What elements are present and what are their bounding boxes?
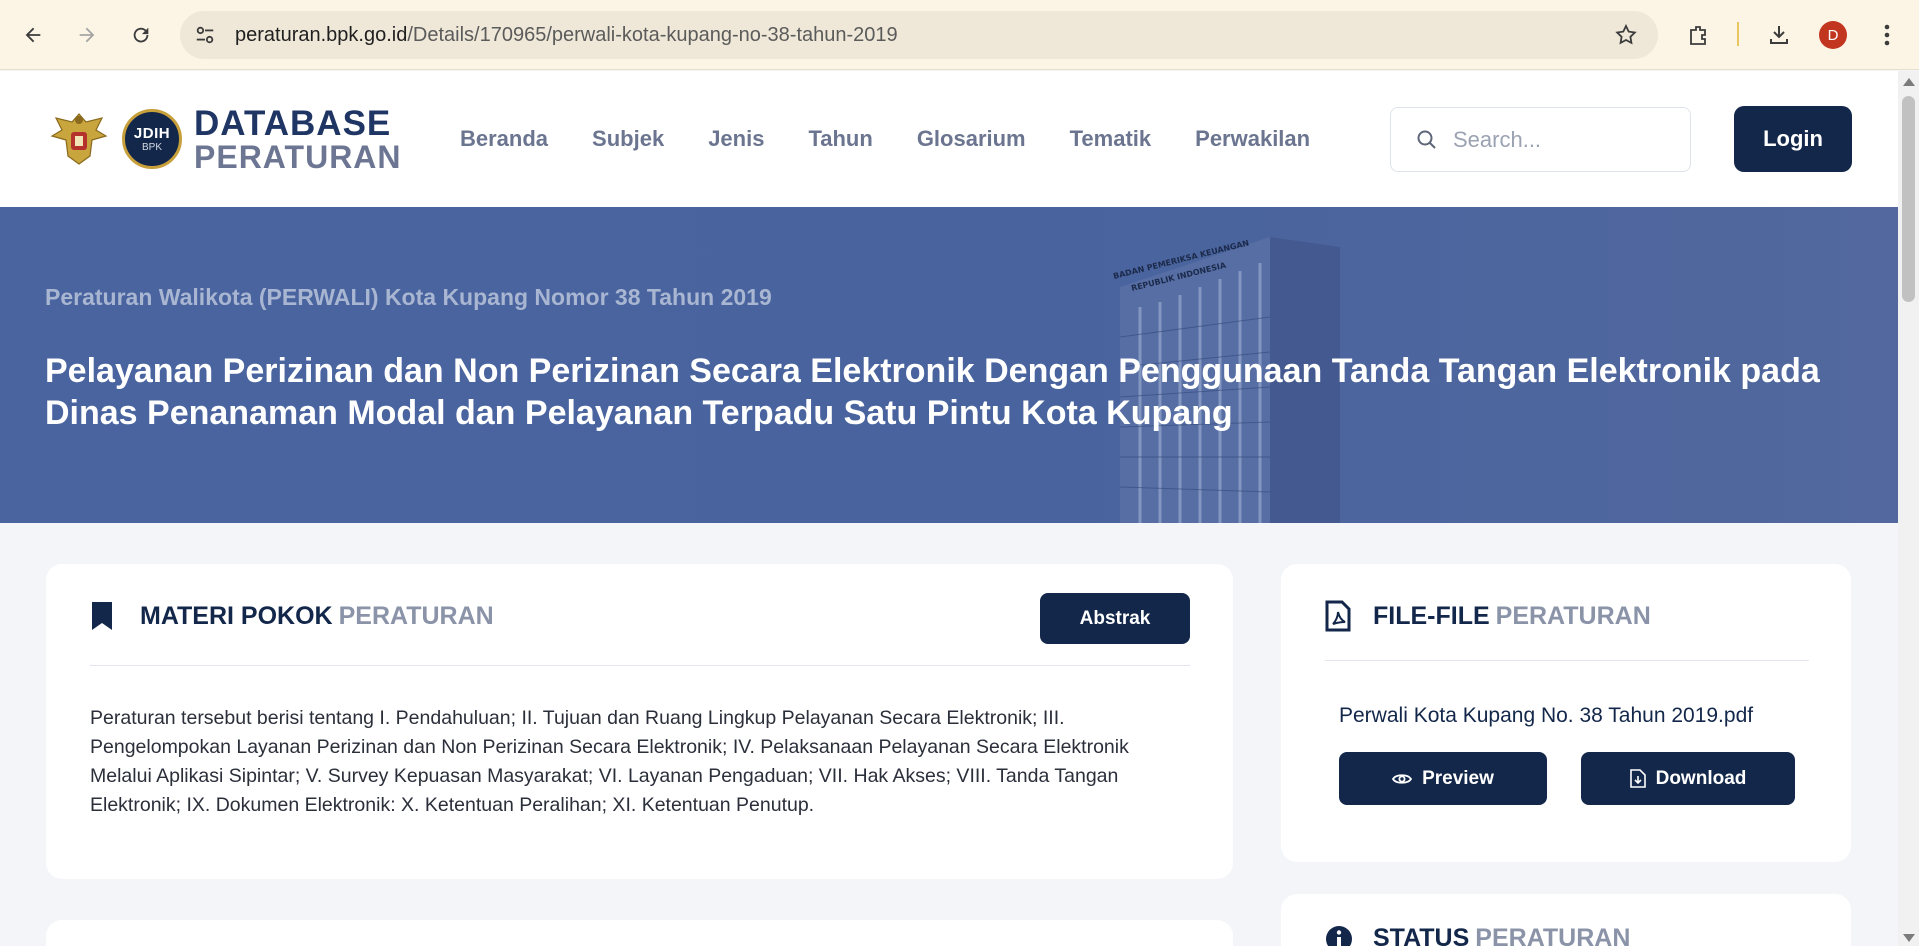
jdih-badge: JDIH BPK	[122, 109, 182, 169]
materi-pokok-header: MATERI POKOK PERATURAN	[90, 600, 494, 632]
forward-icon[interactable]	[70, 18, 104, 52]
status-peraturan-header: STATUS PERATURAN	[1325, 924, 1630, 946]
toolbar-separator	[1737, 22, 1739, 46]
nav-tematik[interactable]: Tematik	[1070, 126, 1152, 152]
eye-icon	[1392, 773, 1413, 784]
download-button[interactable]: Download	[1581, 752, 1795, 805]
nav-tahun[interactable]: Tahun	[808, 126, 872, 152]
lower-left-card	[46, 920, 1233, 946]
info-icon	[1326, 925, 1352, 946]
url-path: /Details/170965/perwali-kota-kupang-no-3…	[407, 24, 898, 46]
search-input[interactable]	[1453, 120, 1673, 160]
regulation-title: Pelayanan Perizinan dan Non Perizinan Se…	[45, 352, 1820, 432]
materi-pokok-title-sub: PERATURAN	[338, 601, 494, 630]
nav-beranda[interactable]: Beranda	[460, 126, 548, 152]
logo-text: DATABASE PERATURAN	[194, 106, 402, 173]
jdih-badge-top: JDIH	[133, 125, 171, 142]
extensions-icon[interactable]	[1682, 18, 1716, 52]
login-button[interactable]: Login	[1734, 106, 1852, 172]
preview-label: Preview	[1422, 767, 1494, 789]
back-icon[interactable]	[16, 18, 50, 52]
pdf-file-icon	[1325, 600, 1351, 632]
profile-avatar[interactable]: D	[1819, 21, 1847, 49]
browser-toolbar: peraturan.bpk.go.id/Details/170965/perwa…	[0, 0, 1919, 70]
file-divider	[1325, 660, 1809, 661]
regulation-subtitle: Peraturan Walikota (PERWALI) Kota Kupang…	[45, 284, 772, 310]
scrollbar-thumb[interactable]	[1902, 96, 1915, 302]
nav-jenis[interactable]: Jenis	[708, 126, 764, 152]
bookmark-icon	[92, 602, 112, 630]
download-icon[interactable]	[1762, 18, 1796, 52]
jdih-badge-bottom: BPK	[141, 142, 162, 153]
materi-pokok-text: Peraturan tersebut berisi tentang I. Pen…	[90, 707, 1129, 816]
garuda-emblem-icon	[50, 113, 108, 165]
address-bar[interactable]: peraturan.bpk.go.id/Details/170965/perwa…	[180, 11, 1658, 59]
file-name: Perwali Kota Kupang No. 38 Tahun 2019.pd…	[1339, 704, 1754, 727]
file-peraturan-card: FILE-FILE PERATURAN Perwali Kota Kupang …	[1281, 564, 1851, 862]
scroll-up-icon[interactable]	[1903, 78, 1915, 86]
bookmark-star-icon[interactable]	[1614, 23, 1638, 52]
file-download-icon	[1629, 769, 1646, 788]
nav-perwakilan[interactable]: Perwakilan	[1195, 126, 1310, 152]
reload-icon[interactable]	[124, 18, 158, 52]
file-peraturan-title: FILE-FILE	[1373, 601, 1490, 630]
hero-banner: BADAN PEMERIKSA KEUANGAN REPUBLIK INDONE…	[0, 207, 1898, 523]
status-peraturan-card: STATUS PERATURAN	[1281, 894, 1851, 946]
file-peraturan-title-sub: PERATURAN	[1495, 601, 1651, 630]
search-icon	[1415, 128, 1439, 157]
logo-line1: DATABASE	[194, 103, 392, 143]
file-peraturan-header: FILE-FILE PERATURAN	[1325, 600, 1651, 632]
materi-pokok-title: MATERI POKOK	[140, 601, 333, 630]
url-host: peraturan.bpk.go.id	[235, 24, 408, 46]
url-text: peraturan.bpk.go.id/Details/170965/perwa…	[235, 24, 898, 47]
download-label: Download	[1655, 767, 1747, 789]
materi-divider	[90, 665, 1190, 666]
status-peraturan-title: STATUS	[1373, 924, 1470, 946]
menu-dots-icon[interactable]	[1870, 18, 1904, 52]
status-peraturan-title-sub: PERATURAN	[1475, 924, 1631, 946]
site-settings-icon[interactable]	[194, 24, 216, 51]
materi-pokok-card: MATERI POKOK PERATURAN Abstrak Peraturan…	[46, 564, 1233, 879]
preview-button[interactable]: Preview	[1339, 752, 1547, 805]
main-nav: Beranda Subjek Jenis Tahun Glosarium Tem…	[460, 126, 1354, 152]
logo-line2: PERATURAN	[194, 138, 402, 175]
site-logo[interactable]: JDIH BPK DATABASE PERATURAN	[46, 103, 402, 175]
scroll-down-icon[interactable]	[1903, 934, 1915, 942]
nav-glosarium[interactable]: Glosarium	[917, 126, 1026, 152]
abstrak-button[interactable]: Abstrak	[1040, 593, 1190, 644]
search-box	[1390, 107, 1691, 172]
nav-subjek[interactable]: Subjek	[592, 126, 664, 152]
